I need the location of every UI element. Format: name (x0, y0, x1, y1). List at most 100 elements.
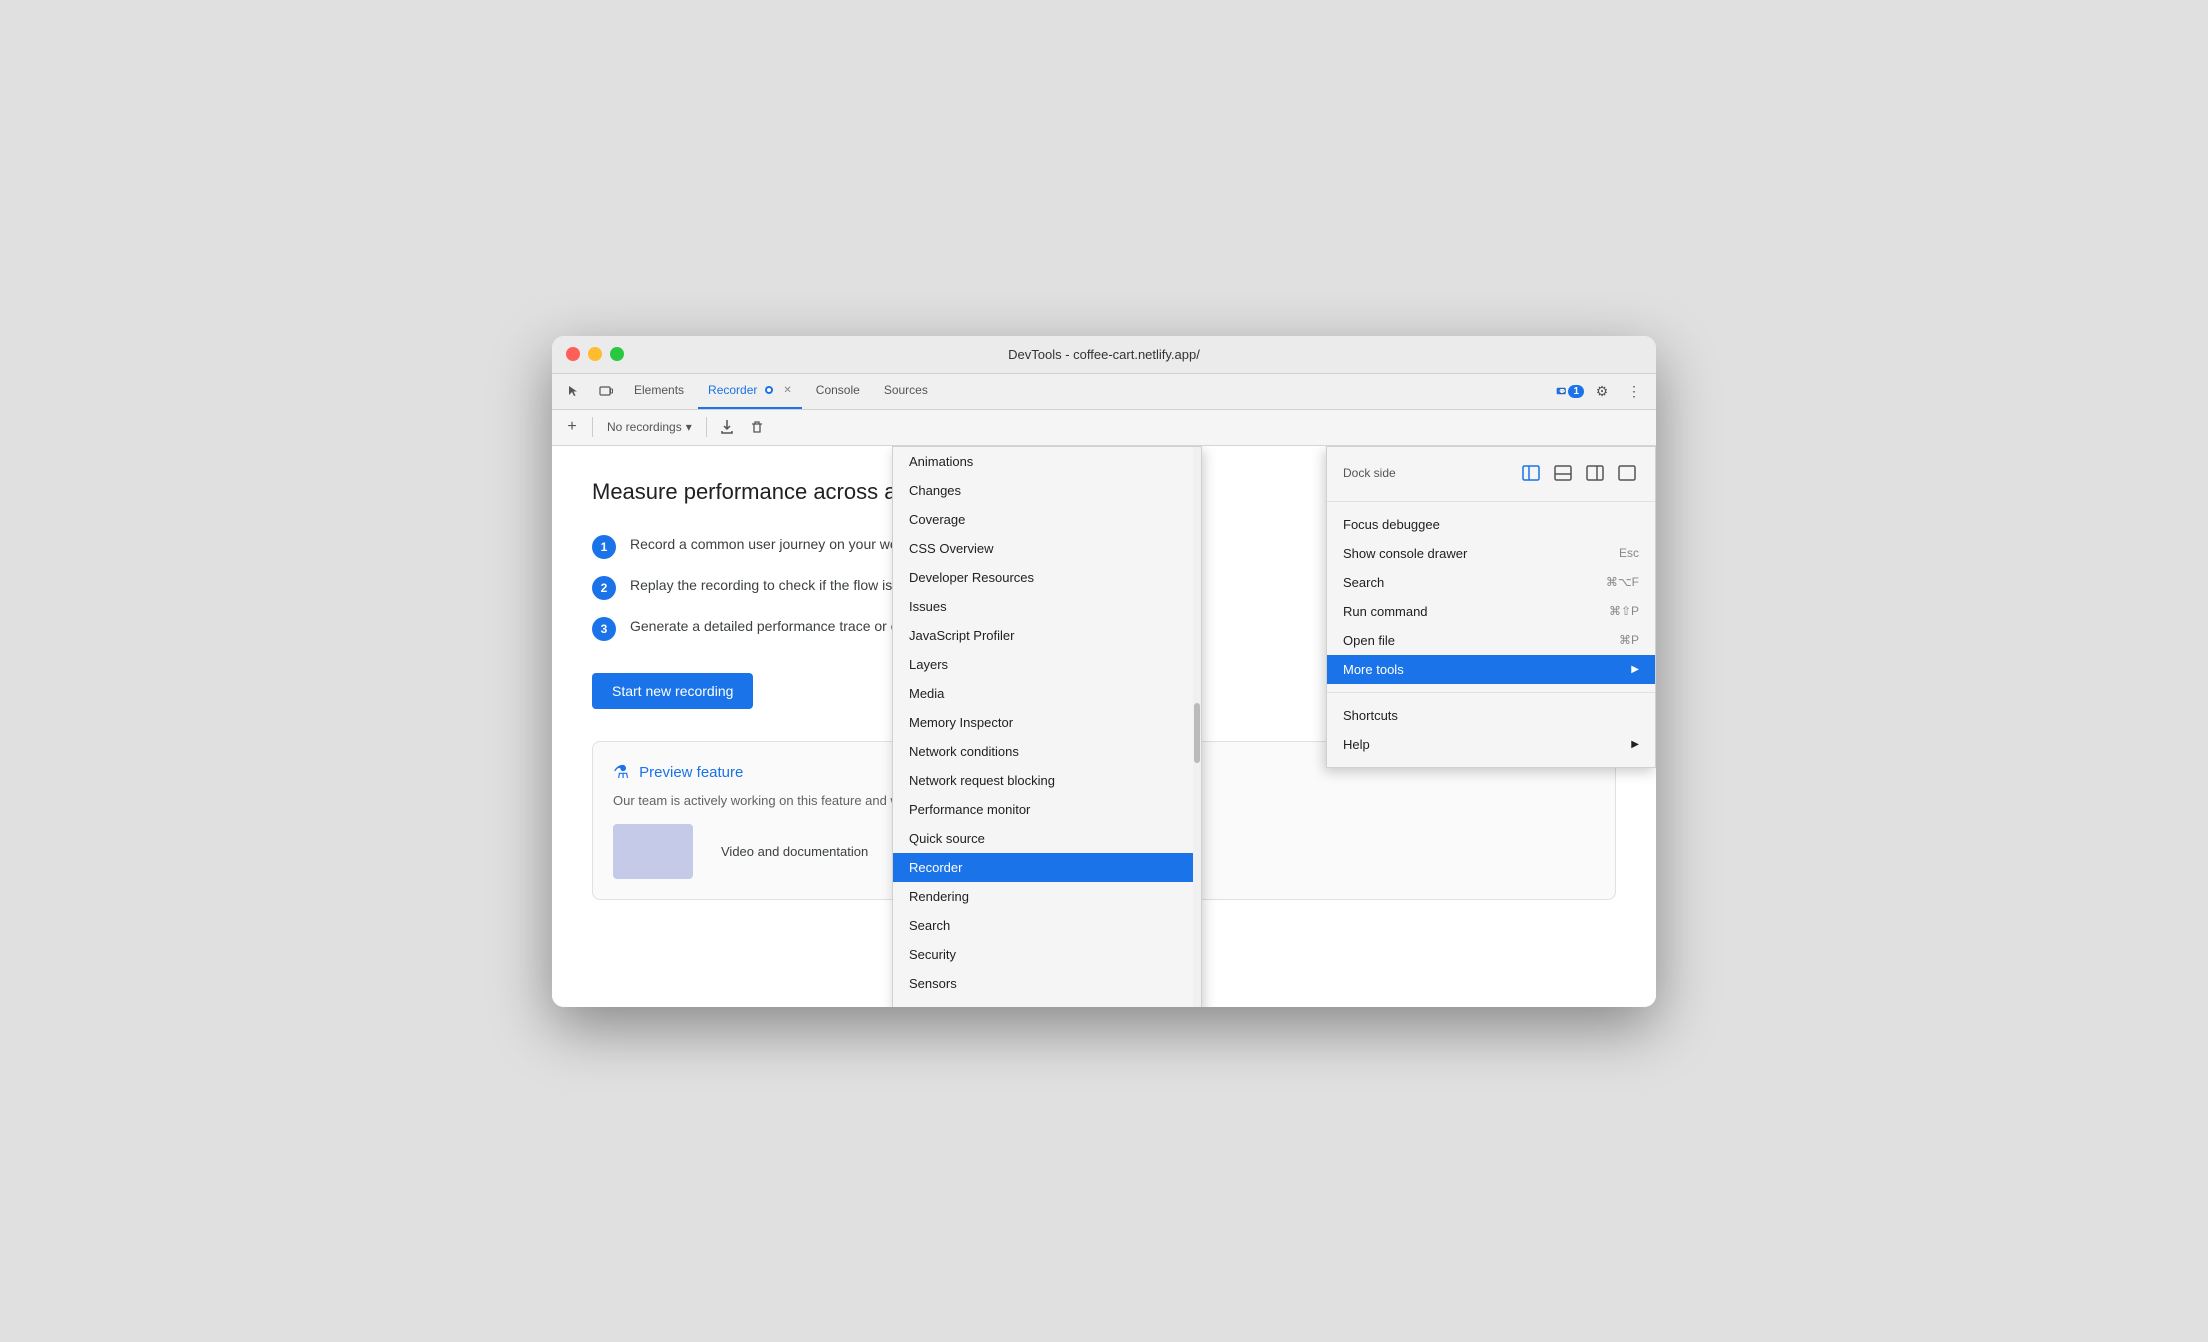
flask-icon: ⚗ (613, 762, 629, 783)
traffic-lights (566, 347, 624, 361)
dropdown-scrollbar[interactable] (1193, 447, 1201, 1007)
issues-badge[interactable]: 💬 1 (1556, 377, 1584, 405)
run-command-item[interactable]: Run command ⌘⇧P (1327, 597, 1655, 626)
menu-item-coverage[interactable]: Coverage (893, 505, 1201, 534)
tab-bar-right: 💬 1 ⚙ ⋮ (1556, 377, 1648, 405)
right-dropdown-menu: Dock side (1326, 446, 1656, 768)
shortcuts-item[interactable]: Shortcuts (1327, 701, 1655, 730)
search-shortcut: ⌘⌥F (1606, 575, 1639, 589)
menu-item-issues[interactable]: Issues (893, 592, 1201, 621)
menu-item-recorder[interactable]: Recorder (893, 853, 1201, 882)
menu-item-rendering[interactable]: Rendering (893, 882, 1201, 911)
menu-item-animations[interactable]: Animations (893, 447, 1201, 476)
open-file-shortcut: ⌘P (1619, 633, 1639, 647)
recordings-label: No recordings (607, 420, 682, 434)
tab-console-label: Console (816, 383, 860, 397)
help-item[interactable]: Help ▶ (1327, 730, 1655, 759)
recorder-toolbar: + No recordings ▾ (552, 410, 1656, 446)
tab-bar: Elements Recorder ✕ Console Sources 💬 1 (552, 374, 1656, 410)
menu-item-webaudio[interactable]: WebAudio (893, 998, 1201, 1007)
tab-sources-label: Sources (884, 383, 928, 397)
more-tools-dropdown: Animations Changes Coverage CSS Overview… (892, 446, 1202, 1007)
help-label: Help (1343, 737, 1370, 752)
dock-bottom-button[interactable] (1551, 461, 1575, 485)
focus-debuggee-label: Focus debuggee (1343, 517, 1440, 532)
tab-sources[interactable]: Sources (874, 374, 938, 410)
search-label: Search (1343, 575, 1384, 590)
tab-recorder[interactable]: Recorder ✕ (698, 374, 802, 410)
menu-item-javascript-profiler[interactable]: JavaScript Profiler (893, 621, 1201, 650)
recordings-dropdown[interactable]: No recordings ▾ (601, 418, 698, 436)
dock-left-button[interactable] (1519, 461, 1543, 485)
menu-item-network-conditions[interactable]: Network conditions (893, 737, 1201, 766)
show-console-drawer-shortcut: Esc (1619, 546, 1639, 560)
extras-section: Shortcuts Help ▶ (1327, 693, 1655, 767)
content-area: Measure performance across an entire use… (552, 446, 1656, 1007)
open-file-item[interactable]: Open file ⌘P (1327, 626, 1655, 655)
undock-button[interactable] (1615, 461, 1639, 485)
close-button[interactable] (566, 347, 580, 361)
dock-right-button[interactable] (1583, 461, 1607, 485)
scrollbar-thumb (1194, 703, 1200, 763)
add-recording-button[interactable]: + (560, 415, 584, 439)
tab-bar-left: Elements Recorder ✕ Console Sources (560, 374, 1556, 410)
preview-title: Preview feature (639, 764, 743, 781)
menu-item-quick-source[interactable]: Quick source (893, 824, 1201, 853)
menu-item-sensors[interactable]: Sensors (893, 969, 1201, 998)
dock-side-section: Dock side (1327, 447, 1655, 502)
menu-item-layers[interactable]: Layers (893, 650, 1201, 679)
menu-item-changes[interactable]: Changes (893, 476, 1201, 505)
focus-debuggee-item[interactable]: Focus debuggee (1327, 510, 1655, 539)
start-recording-button[interactable]: Start new recording (592, 673, 753, 709)
tab-elements[interactable]: Elements (624, 374, 694, 410)
cursor-icon[interactable] (560, 377, 588, 405)
minimize-button[interactable] (588, 347, 602, 361)
more-tools-arrow: ▶ (1631, 664, 1639, 675)
shortcuts-label: Shortcuts (1343, 708, 1398, 723)
toolbar-divider-2 (706, 417, 707, 437)
settings-icon[interactable]: ⚙ (1588, 377, 1616, 405)
delete-recording-button[interactable] (745, 415, 769, 439)
tab-recorder-label: Recorder (708, 383, 757, 397)
menu-item-css-overview[interactable]: CSS Overview (893, 534, 1201, 563)
title-bar: DevTools - coffee-cart.netlify.app/ (552, 336, 1656, 374)
dock-side-label: Dock side (1343, 466, 1396, 480)
dock-side-row: Dock side (1327, 455, 1655, 493)
dock-icons (1519, 461, 1639, 485)
menu-item-network-request-blocking[interactable]: Network request blocking (893, 766, 1201, 795)
menu-item-security[interactable]: Security (893, 940, 1201, 969)
run-command-label: Run command (1343, 604, 1428, 619)
preview-thumbnail (613, 824, 693, 879)
devtools-window: DevTools - coffee-cart.netlify.app/ Elem… (552, 336, 1656, 1007)
tab-recorder-close[interactable]: ✕ (783, 385, 791, 396)
svg-text:💬: 💬 (1559, 388, 1566, 395)
menu-item-performance-monitor[interactable]: Performance monitor (893, 795, 1201, 824)
menu-item-memory-inspector[interactable]: Memory Inspector (893, 708, 1201, 737)
show-console-drawer-item[interactable]: Show console drawer Esc (1327, 539, 1655, 568)
step-3-num: 3 (592, 617, 616, 641)
add-icon: + (567, 418, 576, 436)
search-item[interactable]: Search ⌘⌥F (1327, 568, 1655, 597)
device-toggle-icon[interactable] (592, 377, 620, 405)
more-options-icon[interactable]: ⋮ (1620, 377, 1648, 405)
window-title: DevTools - coffee-cart.netlify.app/ (1008, 347, 1200, 362)
tab-elements-label: Elements (634, 383, 684, 397)
toolbar-divider (592, 417, 593, 437)
more-tools-item[interactable]: More tools ▶ (1327, 655, 1655, 684)
help-arrow: ▶ (1631, 739, 1639, 750)
chevron-down-icon: ▾ (686, 420, 692, 434)
menu-item-media[interactable]: Media (893, 679, 1201, 708)
maximize-button[interactable] (610, 347, 624, 361)
show-console-drawer-label: Show console drawer (1343, 546, 1467, 561)
export-button[interactable] (715, 415, 739, 439)
devtools-body: Elements Recorder ✕ Console Sources 💬 1 (552, 374, 1656, 1007)
open-file-label: Open file (1343, 633, 1395, 648)
tab-console[interactable]: Console (806, 374, 870, 410)
actions-section: Focus debuggee Show console drawer Esc S… (1327, 502, 1655, 693)
more-tools-label: More tools (1343, 662, 1404, 677)
issues-count: 1 (1568, 385, 1584, 398)
menu-item-search[interactable]: Search (893, 911, 1201, 940)
menu-item-developer-resources[interactable]: Developer Resources (893, 563, 1201, 592)
run-command-shortcut: ⌘⇧P (1609, 604, 1639, 618)
step-2-num: 2 (592, 576, 616, 600)
